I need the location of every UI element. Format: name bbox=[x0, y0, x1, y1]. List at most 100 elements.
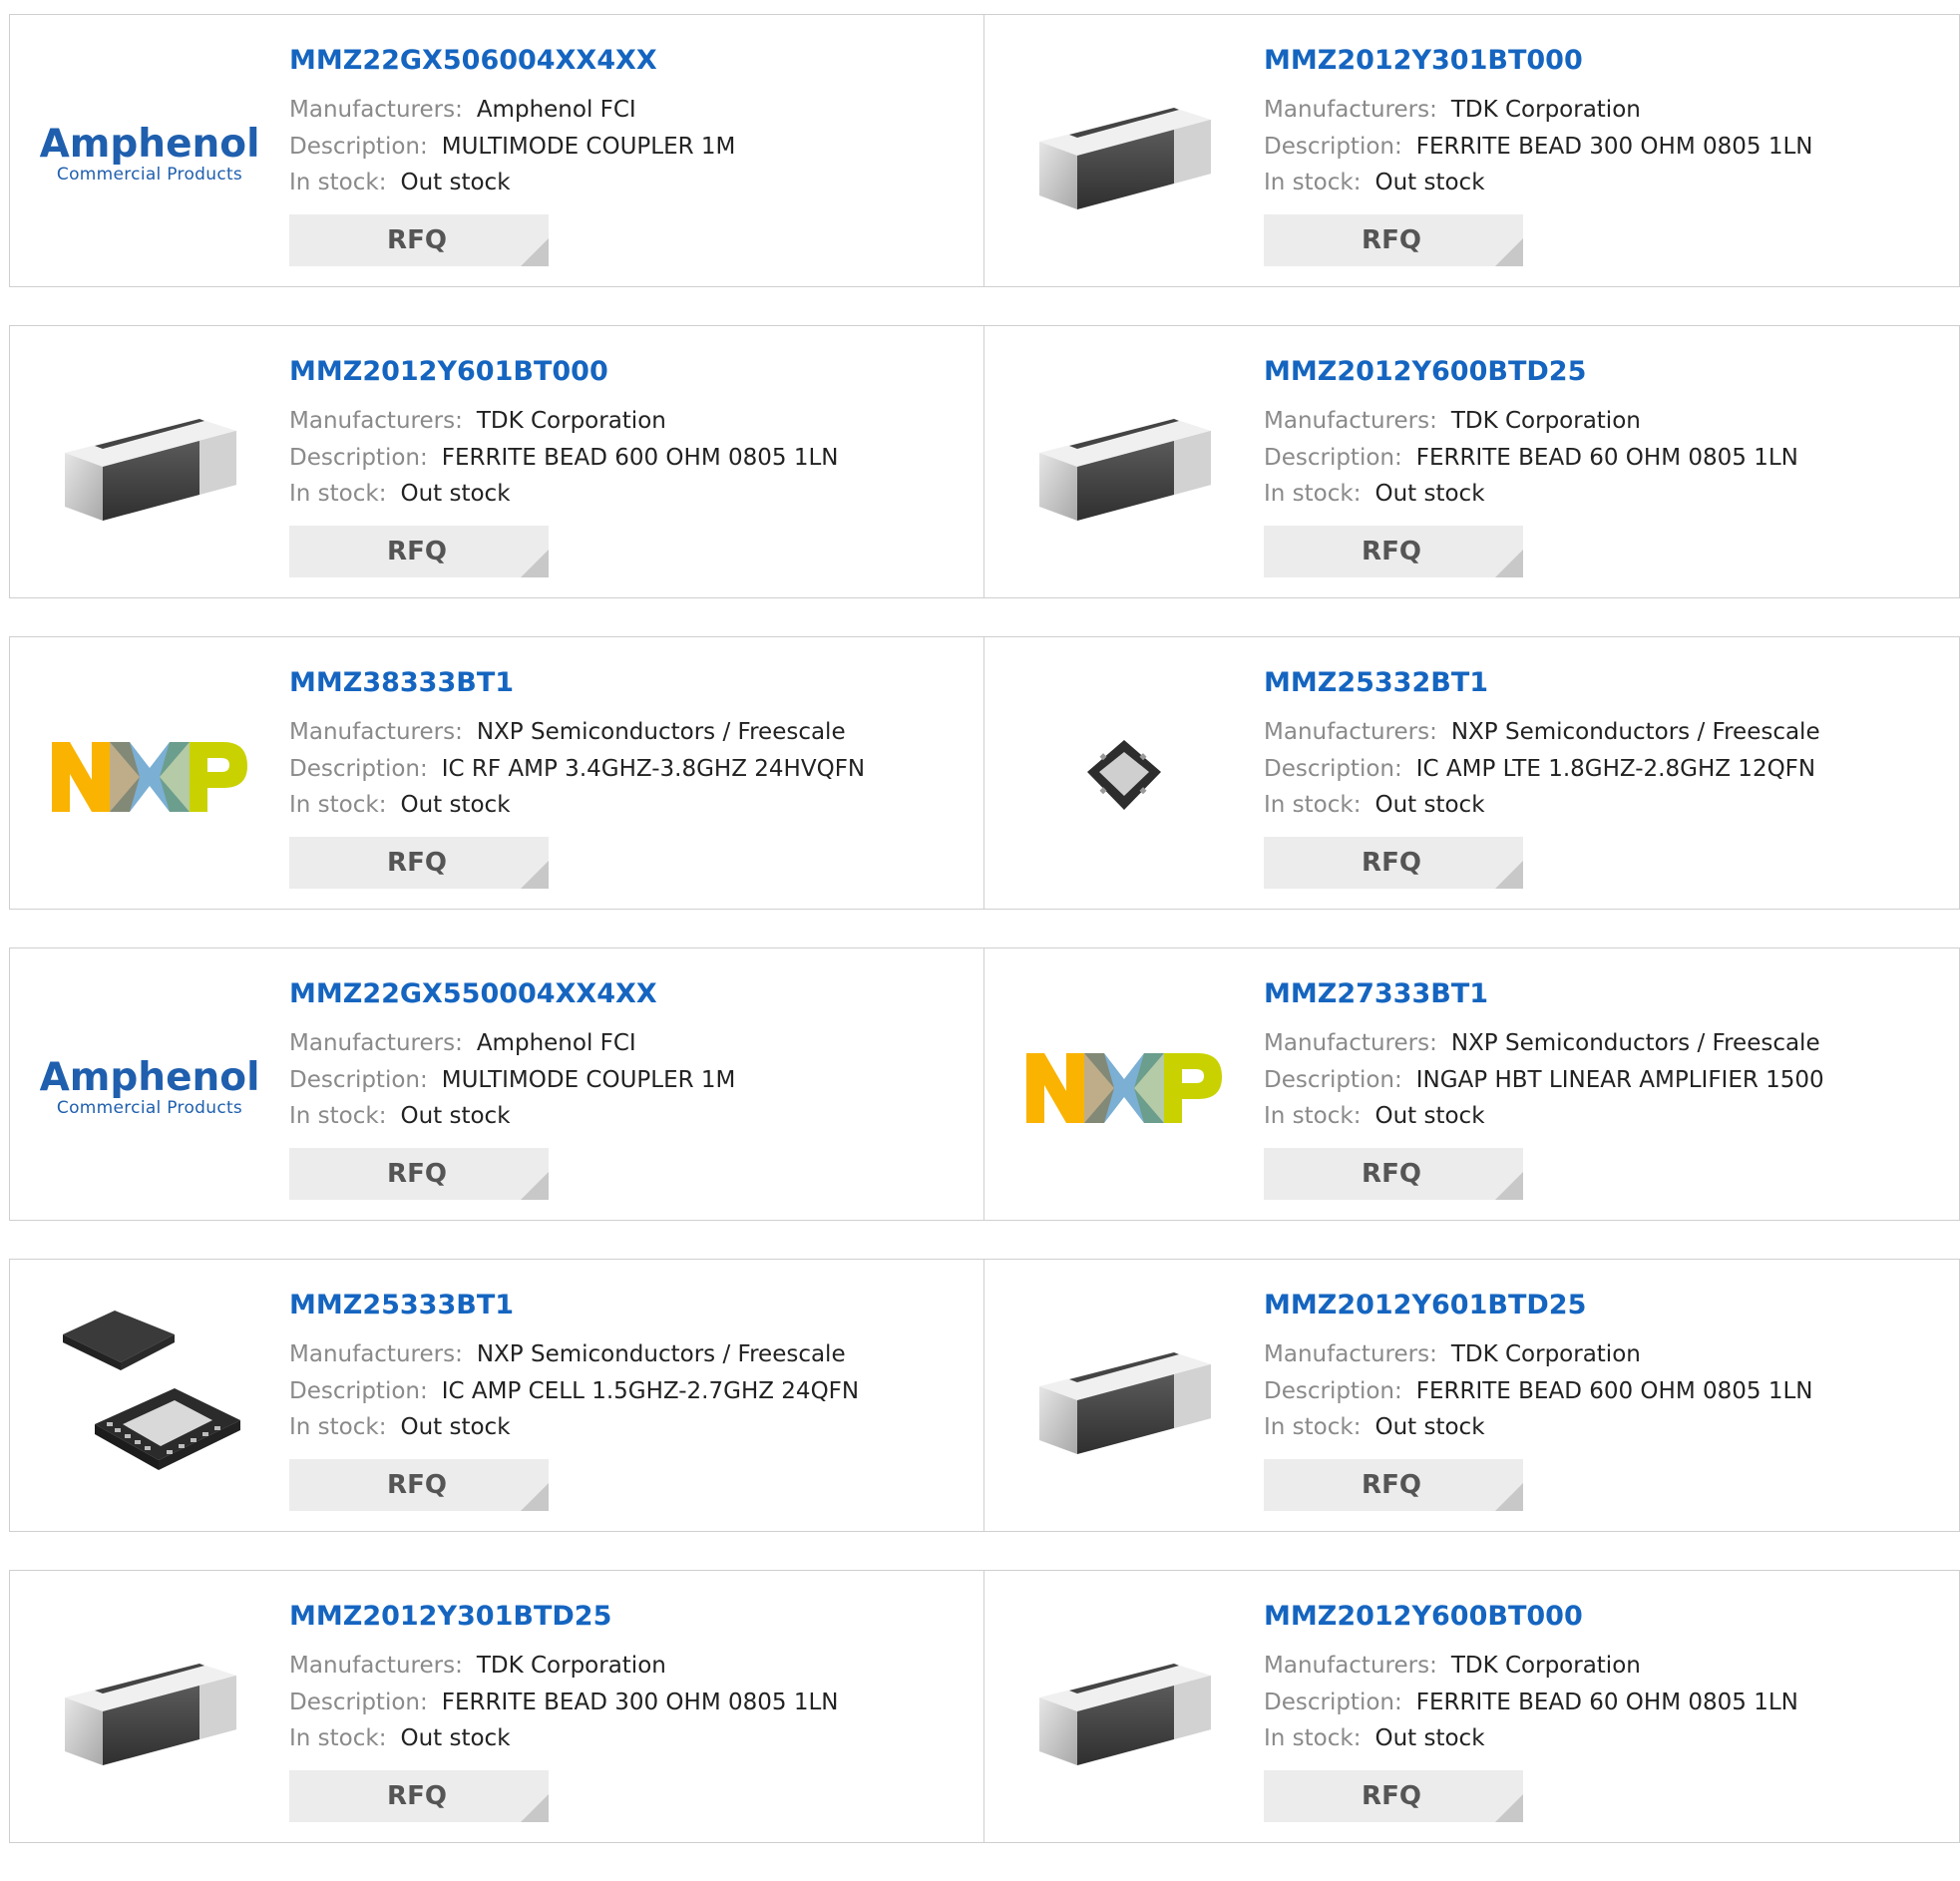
manufacturer-value: NXP Semiconductors / Freescale bbox=[1450, 1030, 1820, 1056]
manufacturer-line: Manufacturers: NXP Semiconductors / Frees… bbox=[1264, 1025, 1949, 1062]
ferrite-bead-image bbox=[1039, 1664, 1211, 1765]
product-image[interactable] bbox=[1024, 1611, 1224, 1810]
stock-line: In stock: Out stock bbox=[289, 476, 974, 513]
product-image[interactable] bbox=[1024, 366, 1224, 565]
stock-value: Out stock bbox=[1374, 792, 1485, 818]
part-number-link[interactable]: MMZ22GX506004XX4XX bbox=[289, 45, 974, 76]
stock-label: In stock: bbox=[289, 170, 387, 195]
nxp-logo-image bbox=[52, 742, 247, 812]
manufacturer-line: Manufacturers: NXP Semiconductors / Frees… bbox=[289, 1336, 974, 1373]
stock-label: In stock: bbox=[1264, 1414, 1362, 1440]
product-card: MMZ2012Y601BTD25 Manufacturers: TDK Corpor… bbox=[984, 1259, 1960, 1532]
product-row: MMZ2012Y301BTD25 Manufacturers: TDK Corpor… bbox=[9, 1570, 1960, 1843]
manufacturer-label: Manufacturers: bbox=[289, 1653, 463, 1679]
rfq-button[interactable]: RFQ bbox=[1264, 1459, 1523, 1511]
description-label: Description: bbox=[1264, 1689, 1402, 1715]
rfq-button[interactable]: RFQ bbox=[1264, 837, 1523, 889]
stock-value: Out stock bbox=[400, 1103, 511, 1129]
rfq-button[interactable]: RFQ bbox=[1264, 1148, 1523, 1200]
product-info: MMZ22GX506004XX4XX Manufacturers: Amphenol… bbox=[289, 45, 974, 201]
ferrite-bead-image bbox=[1039, 108, 1211, 209]
stock-value: Out stock bbox=[1374, 481, 1485, 507]
amphenol-logo-word: Amphenol bbox=[39, 1055, 260, 1100]
description-value: FERRITE BEAD 300 OHM 0805 1LN bbox=[1415, 133, 1813, 160]
part-number-link[interactable]: MMZ2012Y301BT000 bbox=[1264, 45, 1949, 76]
manufacturer-value: TDK Corporation bbox=[1450, 97, 1641, 123]
manufacturer-label: Manufacturers: bbox=[1264, 719, 1437, 745]
rfq-button[interactable]: RFQ bbox=[289, 1459, 549, 1511]
nxp-logo[interactable] bbox=[50, 677, 249, 877]
part-number-link[interactable]: MMZ2012Y601BT000 bbox=[289, 356, 974, 387]
amphenol-logo[interactable]: Amphenol Commercial Products bbox=[40, 988, 260, 1188]
description-value: FERRITE BEAD 600 OHM 0805 1LN bbox=[1415, 1377, 1813, 1404]
product-card: MMZ2012Y600BTD25 Manufacturers: TDK Corpor… bbox=[984, 325, 1960, 598]
description-value: FERRITE BEAD 300 OHM 0805 1LN bbox=[441, 1689, 839, 1715]
amphenol-logo-subtitle: Commercial Products bbox=[56, 165, 243, 185]
rfq-button-label: RFQ bbox=[387, 1470, 447, 1500]
stock-value: Out stock bbox=[1374, 1414, 1485, 1440]
part-number-link[interactable]: MMZ25333BT1 bbox=[289, 1290, 974, 1320]
nxp-logo-image bbox=[1026, 1053, 1222, 1123]
stock-label: In stock: bbox=[1264, 1103, 1362, 1129]
part-number-link[interactable]: MMZ27333BT1 bbox=[1264, 978, 1949, 1009]
description-value: IC AMP LTE 1.8GHZ-2.8GHZ 12QFN bbox=[1415, 755, 1816, 782]
stock-label: In stock: bbox=[289, 1103, 387, 1129]
stock-line: In stock: Out stock bbox=[289, 165, 974, 201]
ferrite-bead-image bbox=[1039, 1352, 1211, 1454]
amphenol-logo-word: Amphenol bbox=[39, 122, 260, 167]
description-label: Description: bbox=[289, 444, 428, 471]
part-number-link[interactable]: MMZ2012Y600BTD25 bbox=[1264, 356, 1949, 387]
part-number-link[interactable]: MMZ2012Y600BT000 bbox=[1264, 1601, 1949, 1632]
rfq-button[interactable]: RFQ bbox=[289, 526, 549, 577]
rfq-button[interactable]: RFQ bbox=[1264, 526, 1523, 577]
manufacturer-value: TDK Corporation bbox=[1450, 1341, 1641, 1367]
description-value: FERRITE BEAD 60 OHM 0805 1LN bbox=[1415, 444, 1798, 471]
part-number-link[interactable]: MMZ2012Y301BTD25 bbox=[289, 1601, 974, 1632]
product-row: MMZ38333BT1 Manufacturers: NXP Semiconduct… bbox=[9, 636, 1960, 910]
product-image[interactable] bbox=[50, 1300, 249, 1499]
description-line: Description: FERRITE BEAD 600 OHM 0805 1L… bbox=[289, 440, 974, 477]
product-grid: Amphenol Commercial Products MMZ22GX506004… bbox=[9, 14, 1960, 1881]
product-image[interactable] bbox=[50, 366, 249, 565]
product-image[interactable] bbox=[1024, 1300, 1224, 1499]
rfq-button[interactable]: RFQ bbox=[289, 837, 549, 889]
stock-value: Out stock bbox=[400, 792, 511, 818]
rfq-button-label: RFQ bbox=[387, 225, 447, 255]
manufacturer-label: Manufacturers: bbox=[1264, 1341, 1437, 1367]
description-value: INGAP HBT LINEAR AMPLIFIER 1500 bbox=[1415, 1066, 1824, 1093]
nxp-logo[interactable] bbox=[1024, 988, 1224, 1188]
part-number-link[interactable]: MMZ38333BT1 bbox=[289, 667, 974, 698]
manufacturer-value: TDK Corporation bbox=[1450, 408, 1641, 434]
manufacturer-value: NXP Semiconductors / Freescale bbox=[1450, 719, 1820, 745]
amphenol-logo[interactable]: Amphenol Commercial Products bbox=[40, 55, 260, 254]
description-label: Description: bbox=[289, 1066, 428, 1093]
description-label: Description: bbox=[1264, 444, 1402, 471]
rfq-button[interactable]: RFQ bbox=[1264, 1770, 1523, 1822]
stock-label: In stock: bbox=[289, 1725, 387, 1751]
stock-line: In stock: Out stock bbox=[289, 787, 974, 824]
product-image[interactable] bbox=[1024, 677, 1224, 877]
part-number-link[interactable]: MMZ25332BT1 bbox=[1264, 667, 1949, 698]
product-image[interactable] bbox=[1024, 55, 1224, 254]
manufacturer-line: Manufacturers: NXP Semiconductors / Frees… bbox=[289, 714, 974, 751]
stock-line: In stock: Out stock bbox=[1264, 1098, 1949, 1135]
stock-label: In stock: bbox=[1264, 170, 1362, 195]
product-card: MMZ27333BT1 Manufacturers: NXP Semiconduct… bbox=[984, 947, 1960, 1221]
manufacturer-value: TDK Corporation bbox=[1450, 1653, 1641, 1679]
manufacturer-label: Manufacturers: bbox=[289, 1030, 463, 1056]
stock-line: In stock: Out stock bbox=[1264, 787, 1949, 824]
rfq-button[interactable]: RFQ bbox=[1264, 214, 1523, 266]
part-number-link[interactable]: MMZ22GX550004XX4XX bbox=[289, 978, 974, 1009]
description-value: FERRITE BEAD 600 OHM 0805 1LN bbox=[441, 444, 839, 471]
description-value: IC RF AMP 3.4GHZ-3.8GHZ 24HVQFN bbox=[441, 755, 866, 782]
rfq-button[interactable]: RFQ bbox=[289, 1148, 549, 1200]
description-line: Description: INGAP HBT LINEAR AMPLIFIER 1… bbox=[1264, 1062, 1949, 1099]
part-number-link[interactable]: MMZ2012Y601BTD25 bbox=[1264, 1290, 1949, 1320]
manufacturer-value: NXP Semiconductors / Freescale bbox=[476, 719, 846, 745]
product-image[interactable] bbox=[50, 1611, 249, 1810]
stock-line: In stock: Out stock bbox=[289, 1720, 974, 1757]
stock-label: In stock: bbox=[289, 1414, 387, 1440]
rfq-button[interactable]: RFQ bbox=[289, 214, 549, 266]
rfq-button[interactable]: RFQ bbox=[289, 1770, 549, 1822]
amphenol-logo-subtitle: Commercial Products bbox=[56, 1098, 243, 1118]
